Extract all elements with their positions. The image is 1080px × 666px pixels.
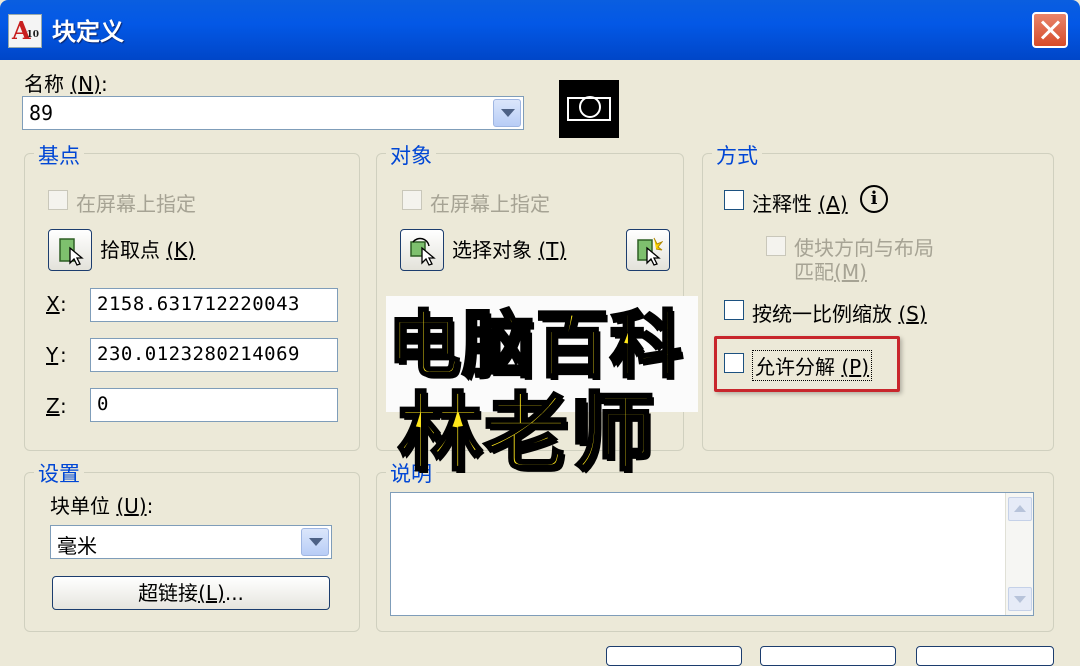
block-unit-value: 毫米	[57, 534, 97, 558]
z-colon: :	[60, 394, 67, 418]
y-label: Y	[46, 343, 58, 367]
annotative-mnemonic: A	[818, 192, 847, 216]
z-label-text: Z	[46, 394, 60, 418]
match-orientation-checkbox[interactable]	[766, 236, 786, 256]
description-scrollbar[interactable]	[1005, 493, 1033, 615]
y-coordinate-input[interactable]: 230.0123280214069	[90, 338, 338, 372]
name-mnemonic: N	[70, 72, 101, 96]
uniform-scale-text: 按统一比例缩放	[752, 302, 892, 326]
hyperlink-mnemonic: L	[198, 581, 225, 605]
quick-select-button[interactable]	[626, 229, 670, 271]
help-button[interactable]	[916, 646, 1054, 666]
quick-select-icon	[637, 237, 663, 266]
block-unit-text: 块单位	[50, 494, 110, 518]
name-combobox[interactable]: 89	[22, 96, 524, 130]
x-colon: :	[60, 292, 67, 316]
pick-point-icon	[59, 238, 84, 266]
base-point-title: 基点	[34, 140, 84, 170]
x-label-text: X	[46, 292, 60, 316]
pick-point-mnemonic: K	[166, 238, 195, 262]
block-unit-mnemonic: U	[116, 494, 146, 518]
preview-circle	[579, 96, 601, 118]
hyperlink-text: 超链接	[138, 581, 199, 605]
ok-button[interactable]	[606, 646, 742, 666]
chevron-down-icon[interactable]	[493, 99, 521, 127]
y-colon: :	[60, 343, 67, 367]
match-orientation-text: 匹配	[794, 260, 834, 284]
uniform-scale-checkbox[interactable]	[724, 300, 744, 320]
z-label: Z	[46, 394, 60, 418]
z-coordinate-input[interactable]: 0	[90, 388, 338, 422]
title-bar[interactable]: A 10 块定义	[0, 0, 1080, 60]
pick-point-button[interactable]	[48, 229, 92, 271]
select-objects-text: 选择对象	[452, 238, 532, 262]
uniform-scale-label: 按统一比例缩放 S	[752, 298, 927, 327]
name-label: 名称 N:	[24, 68, 108, 97]
behavior-title: 方式	[712, 140, 762, 170]
hyperlink-ellipsis: ...	[224, 581, 244, 605]
annotative-checkbox[interactable]	[724, 190, 744, 210]
select-objects-icon	[410, 237, 436, 266]
objects-onscreen-checkbox[interactable]	[402, 190, 422, 210]
pick-point-label: 拾取点 K	[100, 234, 195, 263]
name-value: 89	[29, 101, 54, 125]
match-orientation-mnemonic: M	[834, 260, 867, 284]
settings-title: 设置	[34, 458, 84, 488]
autocad-logo-icon: A 10	[8, 14, 42, 48]
base-point-onscreen-label: 在屏幕上指定	[76, 192, 196, 216]
app-icon-version: 10	[26, 30, 39, 40]
select-objects-mnemonic: T	[538, 238, 566, 262]
description-textarea[interactable]	[390, 492, 1034, 616]
highlight-annotation	[714, 336, 900, 392]
annotative-text: 注释性	[752, 192, 812, 216]
scroll-down-icon[interactable]	[1008, 587, 1032, 611]
info-icon[interactable]: i	[860, 185, 888, 213]
y-label-text: Y	[46, 343, 59, 367]
pick-point-text: 拾取点	[100, 238, 160, 262]
block-unit-select[interactable]: 毫米	[50, 525, 332, 559]
select-objects-label: 选择对象 T	[452, 234, 566, 263]
uniform-scale-mnemonic: S	[898, 302, 926, 326]
cancel-button[interactable]	[760, 646, 896, 666]
name-label-text: 名称	[24, 72, 64, 96]
close-button[interactable]	[1032, 12, 1068, 48]
x-coordinate-input[interactable]: 2158.631712220043	[90, 288, 338, 322]
window-title: 块定义	[52, 18, 124, 46]
objects-onscreen-label: 在屏幕上指定	[430, 192, 550, 216]
chevron-down-icon[interactable]	[301, 528, 329, 556]
match-orientation-line2: 匹配M	[794, 256, 867, 285]
scroll-up-icon[interactable]	[1008, 497, 1032, 521]
hyperlink-button[interactable]: 超链接L...	[52, 576, 330, 610]
annotative-label: 注释性 A	[752, 188, 848, 217]
block-preview	[559, 80, 619, 138]
block-unit-label: 块单位 U:	[50, 490, 153, 519]
objects-title: 对象	[386, 140, 436, 170]
select-objects-button[interactable]	[400, 229, 444, 271]
watermark-line2: 林老师	[396, 383, 657, 484]
base-point-onscreen-checkbox[interactable]	[48, 190, 68, 210]
x-label: X	[46, 292, 60, 316]
